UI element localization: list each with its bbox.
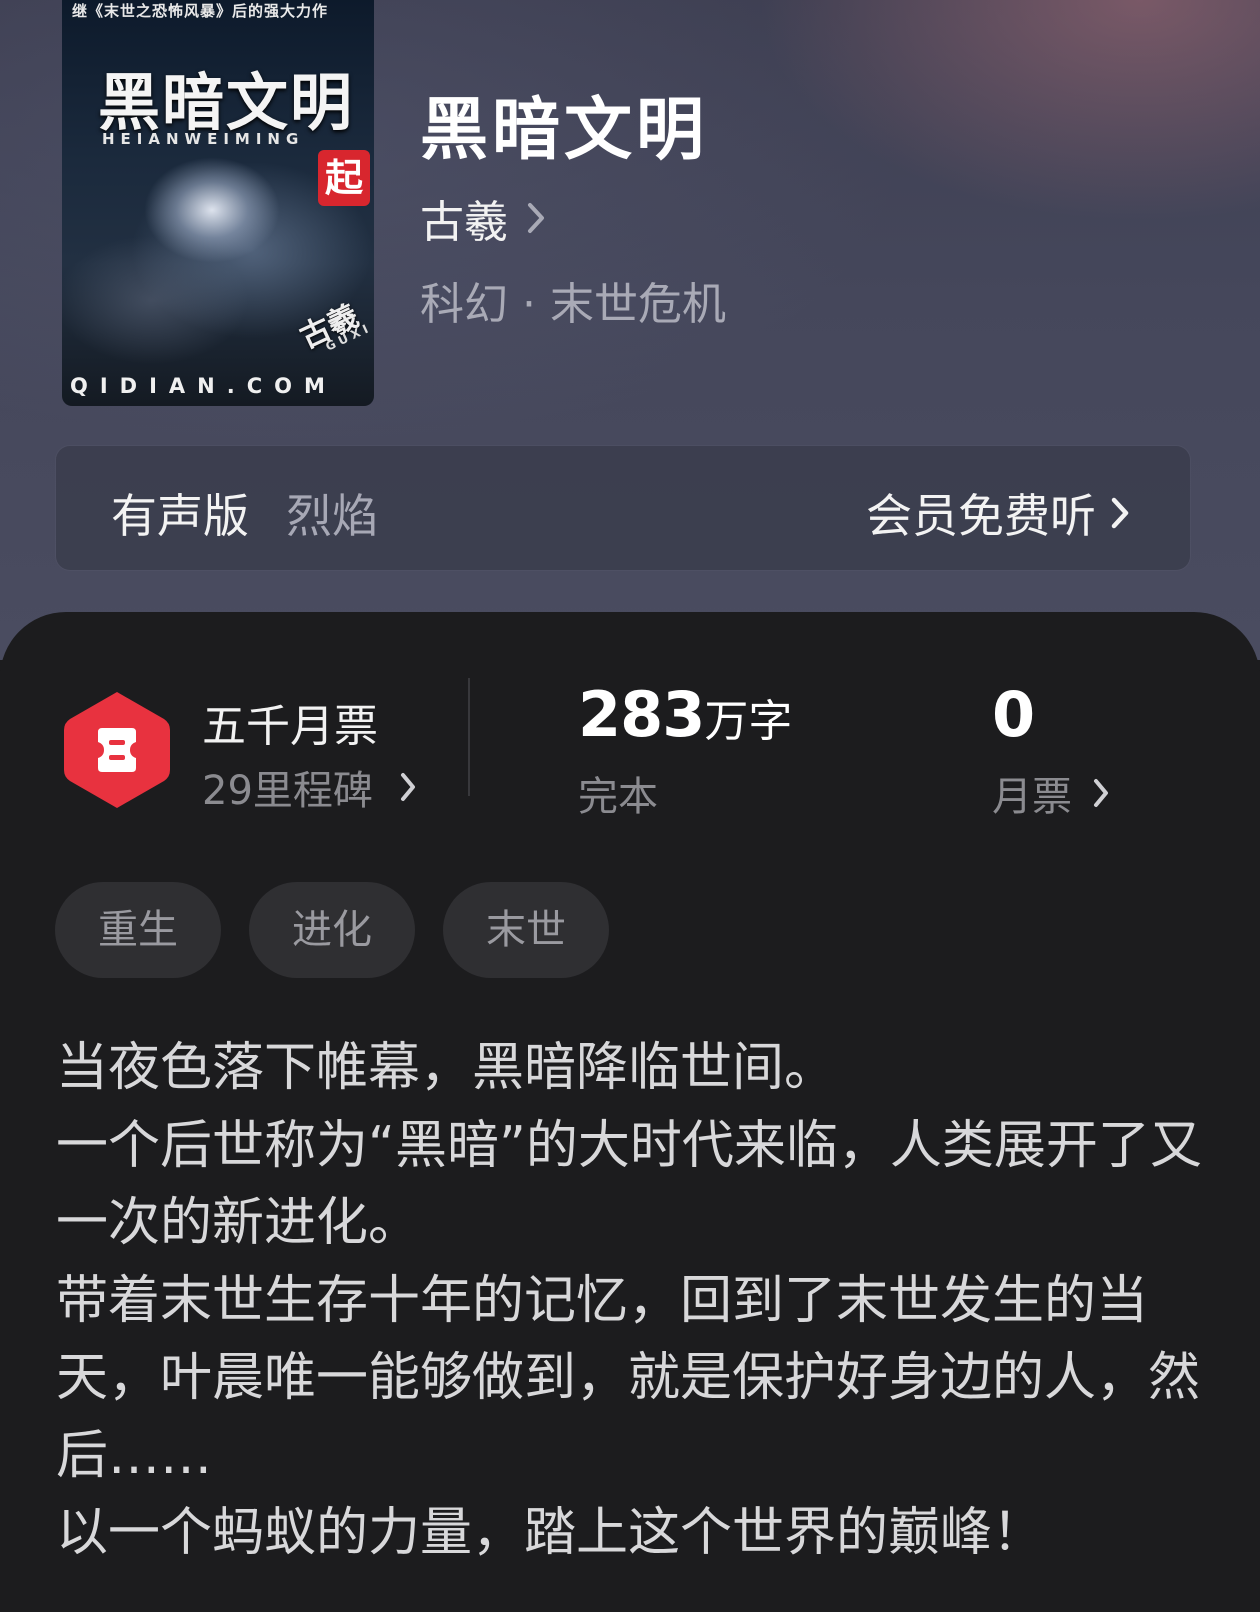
monthly-ticket-icon[interactable]	[60, 688, 174, 812]
tag-list: 重生 进化 末世	[55, 882, 609, 978]
book-genre[interactable]: 科幻 · 末世危机	[420, 268, 726, 332]
book-cover-image[interactable]: 继《末世之恐怖风暴》后的强大力作 黑暗文明 HEIANWEIMING 起 古羲 …	[62, 0, 374, 406]
milestones-count: 29里程碑	[202, 768, 373, 814]
cover-pinyin: HEIANWEIMING	[102, 130, 305, 148]
cover-title: 黑暗文明	[98, 66, 355, 139]
chevron-right-icon	[528, 203, 544, 233]
book-title: 黑暗文明	[420, 90, 709, 170]
author-name: 古羲	[420, 197, 508, 248]
description-paragraph: 一个后世称为“黑暗”的大时代来临，人类展开了又一次的新进化。	[56, 1115, 1202, 1254]
qidian-badge: 起	[318, 150, 370, 206]
description-paragraph: 以一个蚂蚁的力量，踏上这个世界的巅峰！	[56, 1503, 1045, 1563]
word-count-unit: 万字	[704, 696, 793, 747]
monthly-votes-value: 0	[992, 678, 1036, 751]
completion-status: 完本	[578, 774, 658, 820]
word-count: 283万字	[578, 678, 792, 751]
monthly-votes-link[interactable]: 月票	[992, 764, 1110, 822]
chevron-right-icon	[400, 773, 415, 801]
word-count-value: 283	[578, 678, 705, 751]
tag-chip[interactable]: 末世	[443, 882, 609, 978]
book-description[interactable]: 当夜色落下帷幕，黑暗降临世间。 一个后世称为“黑暗”的大时代来临，人类展开了又一…	[56, 1030, 1216, 1573]
audiobook-banner[interactable]: 有声版 烈焰 会员免费听	[56, 446, 1190, 570]
audiobook-label: 有声版	[111, 489, 249, 543]
cover-site: QIDIAN.COM	[70, 374, 337, 398]
description-paragraph: 带着末世生存十年的记忆，回到了末世发生的当天，叶晨唯一能够做到，就是保护好身边的…	[56, 1270, 1201, 1486]
stats-divider	[468, 678, 470, 796]
monthly-votes-label: 月票	[992, 774, 1072, 820]
author-link[interactable]: 古羲	[420, 186, 546, 250]
chevron-right-icon	[1111, 497, 1129, 529]
chevron-right-icon	[1094, 779, 1108, 807]
member-free-listen-label: 会员免费听	[866, 489, 1096, 543]
milestones-link[interactable]: 29里程碑	[202, 758, 417, 816]
ticket-milestone-title[interactable]: 五千月票	[202, 690, 378, 754]
audiobook-narrator: 烈焰	[286, 489, 378, 543]
cover-tagline: 继《末世之恐怖风暴》后的强大力作	[72, 2, 329, 20]
tag-chip[interactable]: 重生	[55, 882, 221, 978]
tag-chip[interactable]: 进化	[249, 882, 415, 978]
member-free-listen-button[interactable]: 会员免费听	[866, 480, 1130, 546]
description-paragraph: 当夜色落下帷幕，黑暗降临世间。	[56, 1038, 837, 1098]
